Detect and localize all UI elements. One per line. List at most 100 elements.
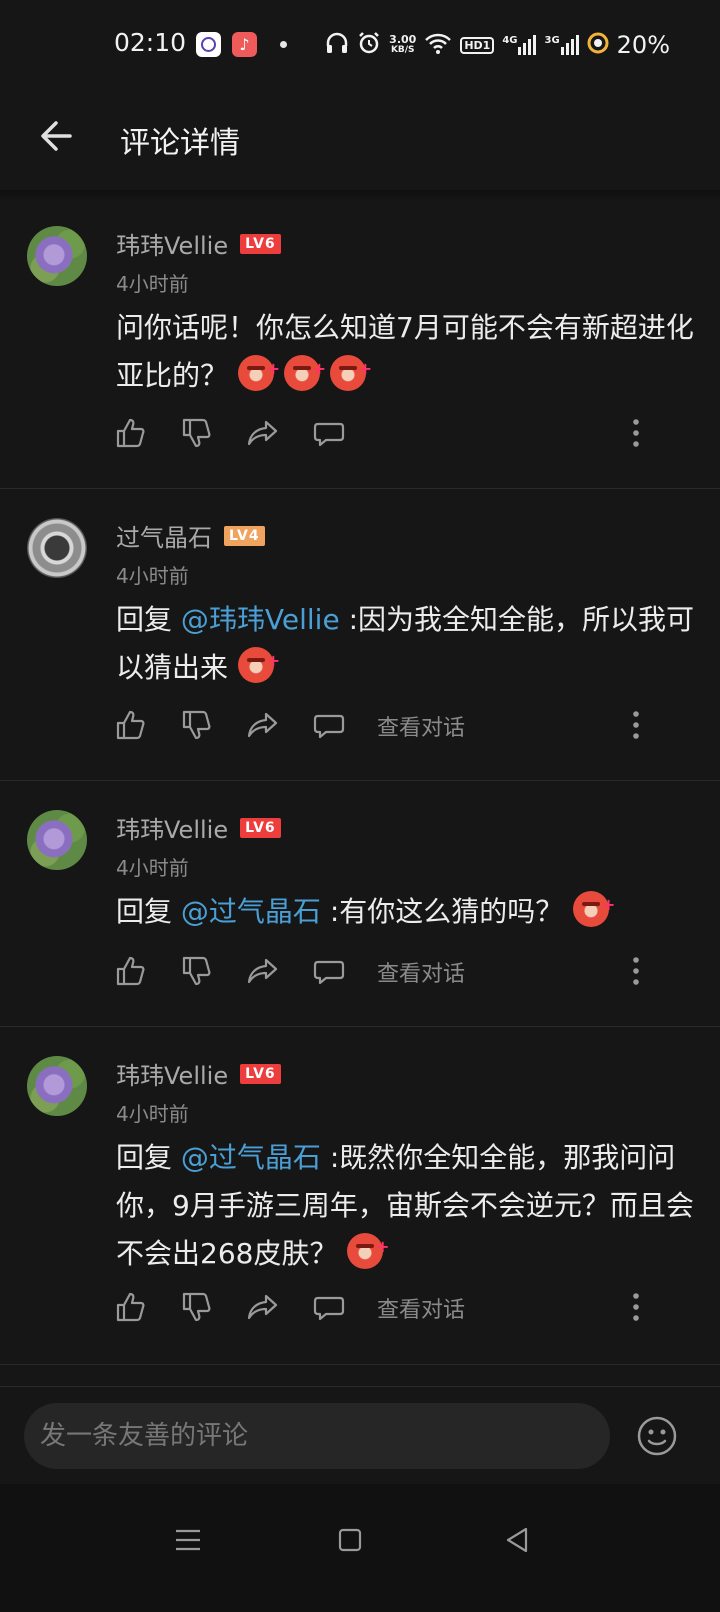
view-conversation-link[interactable]: 查看对话 <box>377 710 465 742</box>
speed-value: 3.00 <box>389 33 417 46</box>
mention-link[interactable]: @过气晶石 <box>181 895 321 928</box>
angry-emoji-icon <box>347 1223 389 1271</box>
back-nav-button[interactable] <box>500 1522 536 1558</box>
more-options-button[interactable] <box>628 416 644 450</box>
like-button[interactable] <box>114 416 148 450</box>
reply-prefix: 回复 <box>116 1141 181 1174</box>
comment-time: 4小时前 <box>116 564 189 588</box>
triangle-back-icon <box>506 1527 528 1553</box>
network-speed: 3.00 KB/S <box>389 34 416 56</box>
like-button[interactable] <box>114 708 148 742</box>
comment-composer: 发一条友善的评论 <box>0 1386 720 1485</box>
emoji-button[interactable] <box>636 1415 678 1457</box>
comment-text[interactable]: 回复 @玮玮Vellie :因为我全知全能，所以我可以猜出来 <box>116 596 696 692</box>
comment-actions: 查看对话 <box>114 708 684 744</box>
top-bar: 评论详情 <box>0 90 720 190</box>
comment-user: 玮玮Vellie LV6 <box>116 810 281 845</box>
username[interactable]: 玮玮Vellie <box>116 226 228 261</box>
battery-icon <box>587 32 609 58</box>
comment-user: 过气晶石 LV4 <box>116 518 265 553</box>
reply-button[interactable] <box>312 954 346 988</box>
more-vertical-icon <box>633 1293 639 1321</box>
share-icon <box>247 712 278 738</box>
angry-emoji-icon <box>238 345 280 393</box>
sig1-label: 4G <box>502 35 518 46</box>
speed-unit: KB/S <box>390 45 415 55</box>
reply-button[interactable] <box>312 1290 346 1324</box>
dislike-button[interactable] <box>180 416 214 450</box>
comment-user: 玮玮Vellie LV6 <box>116 1056 281 1091</box>
music-app-icon: ♪ <box>232 32 257 57</box>
comment-body: 问你话呢！你怎么知道7月可能不会有新超进化亚比的？ <box>116 311 694 392</box>
angry-emoji-icon <box>284 345 326 393</box>
username[interactable]: 玮玮Vellie <box>116 1056 228 1091</box>
more-options-button[interactable] <box>628 954 644 988</box>
like-button[interactable] <box>114 954 148 988</box>
share-icon <box>247 1294 278 1320</box>
share-icon <box>247 958 278 984</box>
status-time: 02:10 <box>114 28 187 57</box>
avatar[interactable] <box>27 810 87 870</box>
comment-user: 玮玮Vellie LV6 <box>116 226 281 261</box>
avatar[interactable] <box>27 518 87 578</box>
share-button[interactable] <box>246 416 280 450</box>
more-notifications-icon <box>280 41 287 48</box>
level-badge: LV6 <box>240 1063 281 1084</box>
avatar[interactable] <box>27 226 87 286</box>
more-options-button[interactable] <box>628 1290 644 1324</box>
comment-icon <box>313 422 345 447</box>
dislike-button[interactable] <box>180 1290 214 1324</box>
reply-prefix: 回复 <box>116 895 181 928</box>
comment-input[interactable]: 发一条友善的评论 <box>24 1403 610 1469</box>
comment-icon <box>313 1296 345 1321</box>
avatar[interactable] <box>27 1056 87 1116</box>
dislike-button[interactable] <box>180 954 214 988</box>
share-button[interactable] <box>246 708 280 742</box>
smiley-icon <box>637 1416 677 1456</box>
comment-text[interactable]: 问你话呢！你怎么知道7月可能不会有新超进化亚比的？ <box>116 304 696 400</box>
comment-time: 4小时前 <box>116 272 189 296</box>
mention-link[interactable]: @过气晶石 <box>181 1141 321 1174</box>
more-options-button[interactable] <box>628 708 644 742</box>
sig2-label: 3G <box>544 35 560 46</box>
level-badge: LV6 <box>240 233 281 254</box>
thumbs-down-icon <box>182 710 211 740</box>
level-badge: LV4 <box>224 525 265 546</box>
dislike-button[interactable] <box>180 708 214 742</box>
back-button[interactable] <box>36 112 84 160</box>
level-badge: LV6 <box>240 817 281 838</box>
mention-link[interactable]: @玮玮Vellie <box>181 603 340 636</box>
signal-4g-icon: 4G <box>502 35 537 55</box>
comment-time: 4小时前 <box>116 856 189 880</box>
comment-text[interactable]: 回复 @过气晶石 :有你这么猜的吗？ <box>116 881 696 936</box>
reply-button[interactable] <box>312 416 346 450</box>
comment-actions <box>114 416 684 452</box>
alarm-icon <box>357 31 381 59</box>
like-button[interactable] <box>114 1290 148 1324</box>
share-icon <box>247 420 278 446</box>
share-button[interactable] <box>246 954 280 988</box>
app-notification-icon <box>196 32 221 57</box>
comment-item: 过气晶石 LV4 4小时前 回复 @玮玮Vellie :因为我全知全能，所以我可… <box>0 488 720 781</box>
thumbs-up-icon <box>116 418 145 448</box>
status-icons: 3.00 KB/S HD1 4G 3G 20% <box>325 30 670 60</box>
comment-item: 玮玮Vellie LV6 4小时前 回复 @过气晶石 :有你这么猜的吗？ 查看对… <box>0 780 720 1027</box>
username[interactable]: 过气晶石 <box>116 518 212 553</box>
reply-button[interactable] <box>312 708 346 742</box>
thumbs-down-icon <box>182 418 211 448</box>
angry-emoji-icon <box>573 881 615 929</box>
system-nav-bar <box>0 1484 720 1612</box>
share-button[interactable] <box>246 1290 280 1324</box>
view-conversation-link[interactable]: 查看对话 <box>377 1292 465 1324</box>
home-nav-button[interactable] <box>332 1522 368 1558</box>
angry-emoji-icon <box>330 345 372 393</box>
more-vertical-icon <box>633 419 639 447</box>
username[interactable]: 玮玮Vellie <box>116 810 228 845</box>
status-bar: 02:10 ♪ 3.00 KB/S HD1 4G 3G 20% <box>0 0 720 90</box>
menu-nav-button[interactable] <box>170 1522 206 1558</box>
comment-text[interactable]: 回复 @过气晶石 :既然你全知全能，那我问问你，9月手游三周年，宙斯会不会逆元？… <box>116 1134 696 1278</box>
menu-icon <box>176 1529 200 1551</box>
comment-icon <box>313 960 345 985</box>
thumbs-down-icon <box>182 1292 211 1322</box>
view-conversation-link[interactable]: 查看对话 <box>377 956 465 988</box>
